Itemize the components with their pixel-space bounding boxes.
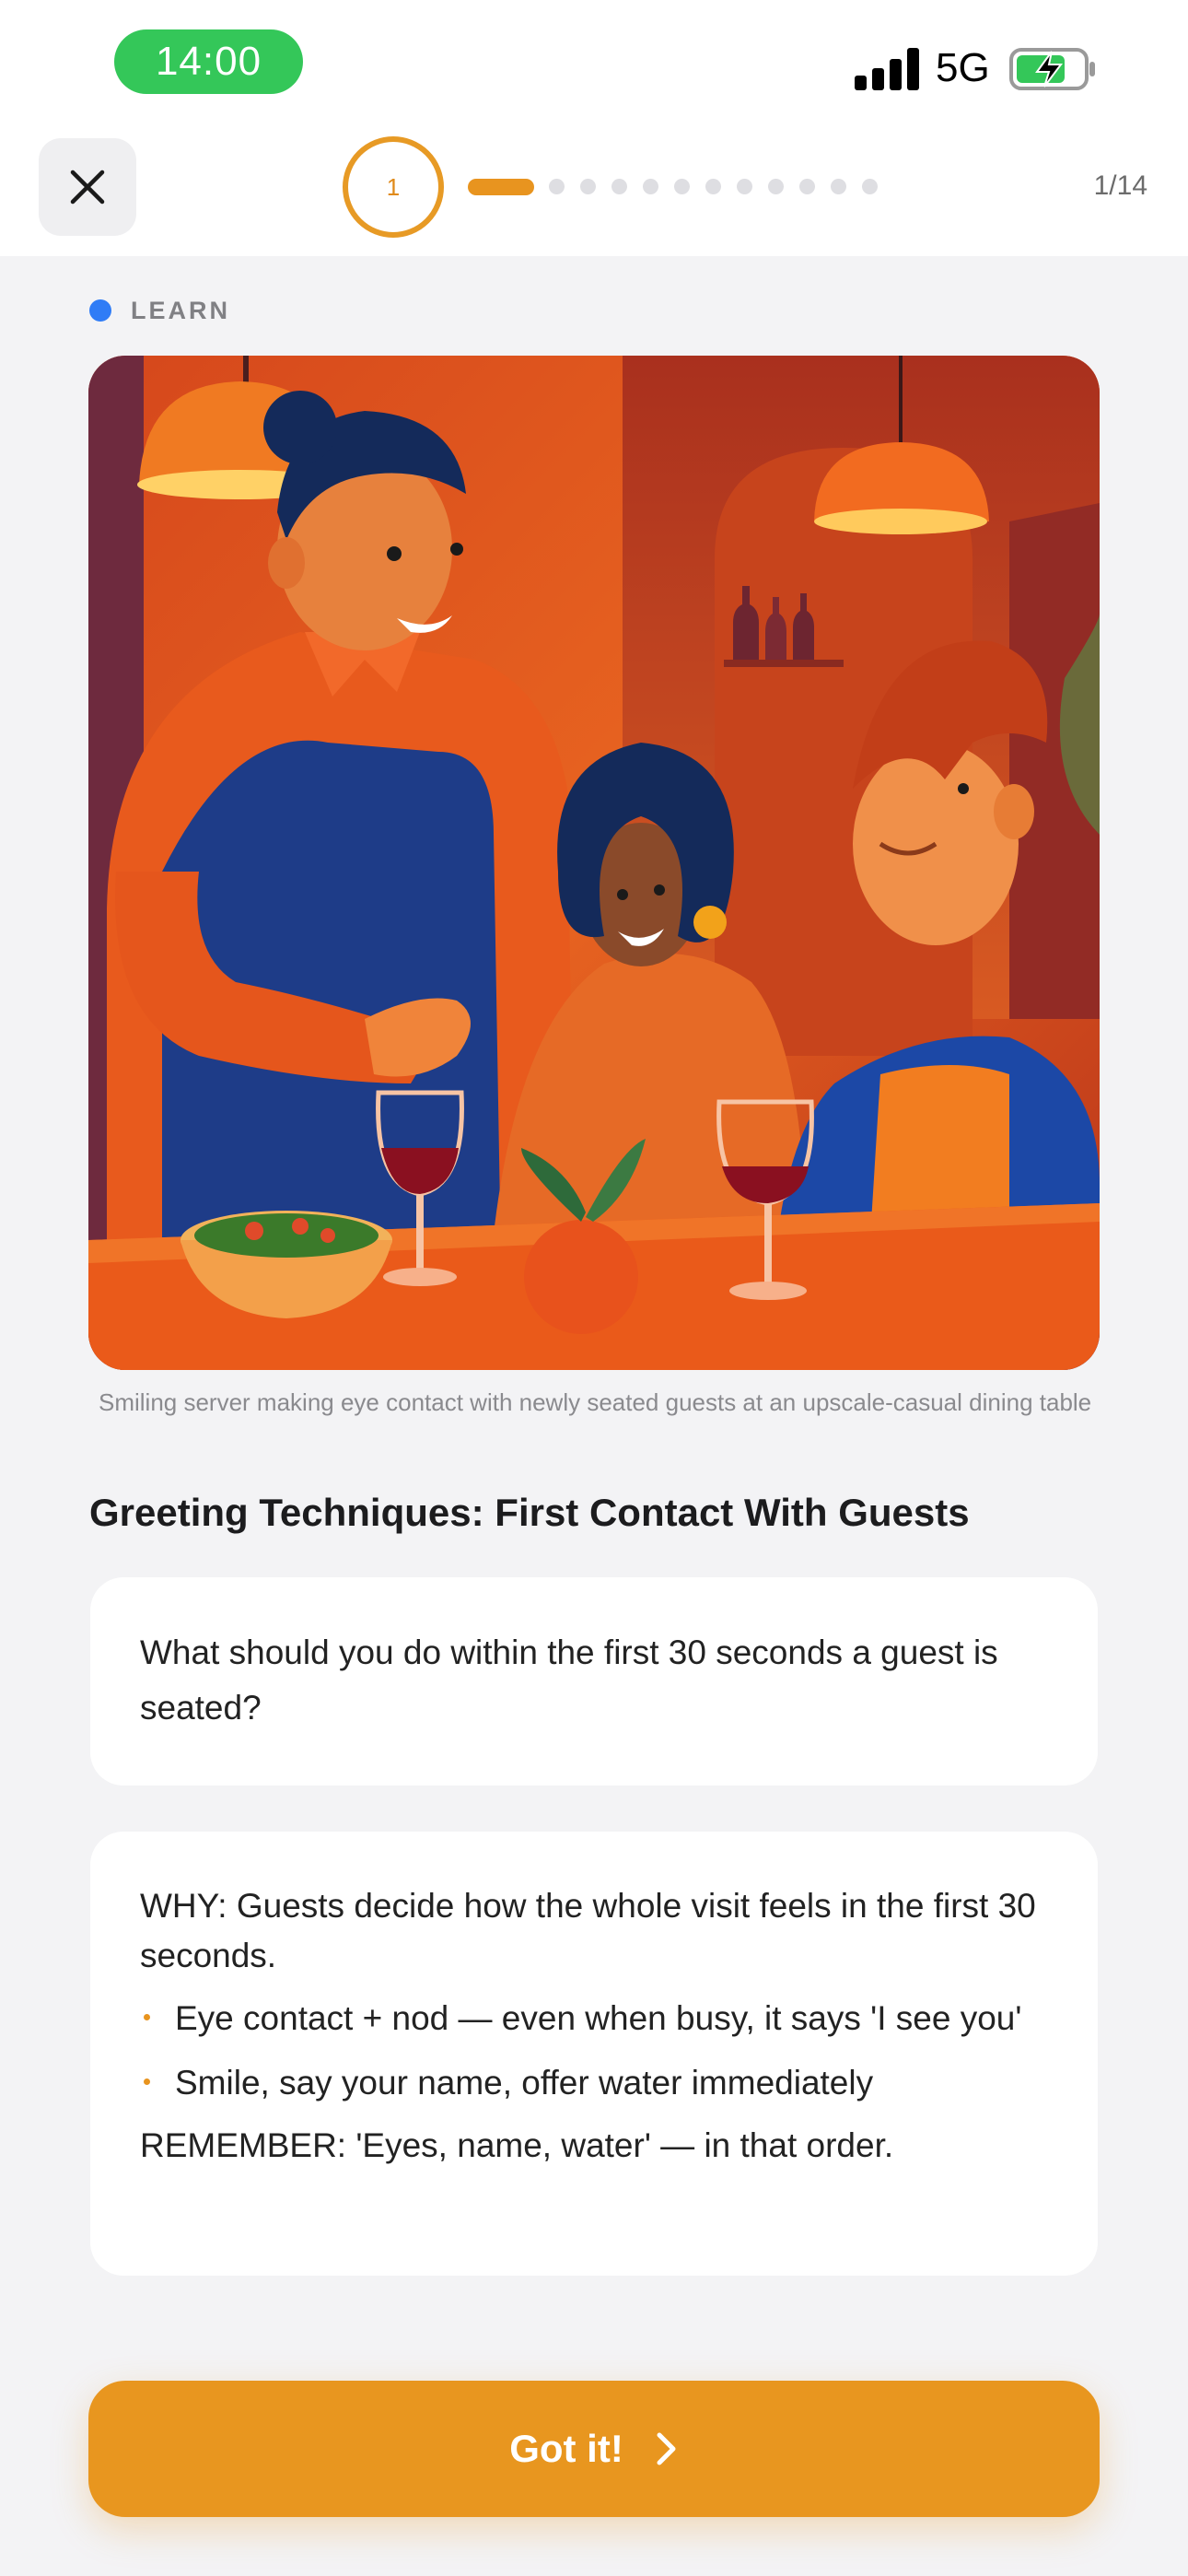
lesson-illustration: [88, 356, 1100, 1370]
bullet-item: Smile, say your name, offer water immedi…: [140, 2058, 1048, 2108]
status-bar: 14:00 5G: [0, 0, 1188, 129]
restaurant-scene-image: [88, 356, 1100, 1370]
info-card: WHY: Guests decide how the whole visit f…: [90, 1832, 1098, 2276]
bullet-text: Eye contact + nod — even when busy, it s…: [175, 1999, 1022, 2037]
question-card: What should you do within the first 30 s…: [90, 1577, 1098, 1786]
current-step-indicator: 1: [343, 136, 444, 238]
progress-dot: [549, 179, 565, 194]
progress-dot: [705, 179, 721, 194]
lesson-title: Greeting Techniques: First Contact With …: [89, 1491, 970, 1534]
chevron-right-icon: [657, 2432, 676, 2465]
bullet-item: Eye contact + nod — even when busy, it s…: [140, 1994, 1048, 2043]
got-it-label: Got it!: [509, 2427, 623, 2470]
progress-active-segment: [468, 179, 534, 195]
bullet-dot-icon: [144, 2078, 150, 2085]
got-it-button[interactable]: Got it!: [88, 2381, 1100, 2517]
progress-dot: [611, 179, 627, 194]
close-icon: [70, 170, 105, 205]
lesson-header: 1 1/14: [0, 129, 1188, 256]
progress-dot: [674, 179, 690, 194]
image-caption: Smiling server making eye contact with n…: [99, 1388, 1092, 1416]
progress-dot: [799, 179, 815, 194]
progress-dot: [737, 179, 752, 194]
learn-tag-label: LEARN: [131, 297, 230, 324]
progress-dot: [768, 179, 784, 194]
bullet-text: Smile, say your name, offer water immedi…: [175, 2064, 874, 2102]
network-label: 5G: [936, 45, 990, 90]
progress-dot: [580, 179, 596, 194]
remember-text: REMEMBER: 'Eyes, name, water' — in that …: [140, 2126, 894, 2164]
bullet-dot-icon: [144, 2014, 150, 2020]
status-time: 14:00: [114, 29, 303, 94]
battery-charging-icon: [1009, 48, 1095, 90]
why-text: WHY: Guests decide how the whole visit f…: [140, 1887, 1036, 1974]
close-button[interactable]: [39, 138, 136, 236]
signal-icon: [855, 48, 919, 90]
progress-dot: [831, 179, 846, 194]
learn-tag-dot: [89, 299, 111, 322]
progress-dot: [862, 179, 878, 194]
step-counter: 1/14: [1093, 170, 1147, 201]
progress-dot: [643, 179, 658, 194]
question-text: What should you do within the first 30 s…: [140, 1633, 998, 1727]
